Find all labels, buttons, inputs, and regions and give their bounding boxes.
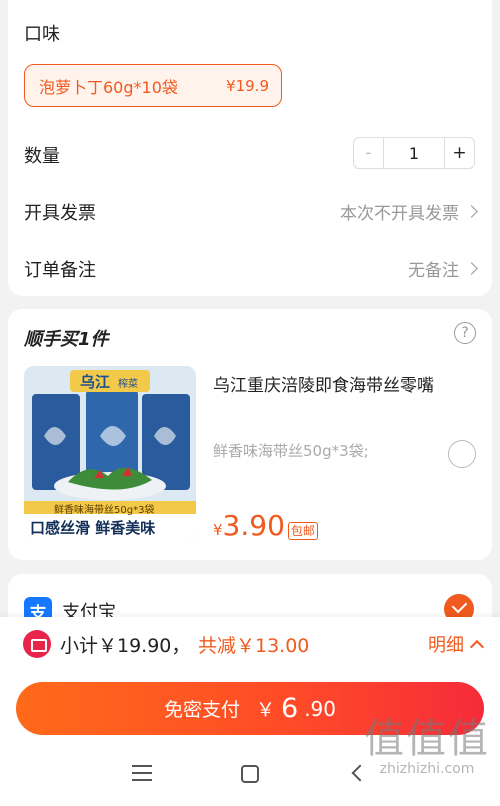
increment-button[interactable]: + (444, 138, 474, 168)
image-brand-text: 乌江 (80, 373, 111, 391)
image-pack-label: 鲜香味海带丝50g*3袋 (54, 505, 155, 516)
image-sub-text: 榨菜 (118, 379, 138, 390)
subtotal-text: 小计￥19.90， (60, 635, 191, 657)
product-image[interactable]: 乌江 榨菜 鲜香味海带丝50g*3袋 口感丝滑 鲜香美味 (24, 366, 196, 542)
detail-toggle[interactable]: 明细 (428, 631, 485, 657)
invoice-row[interactable]: 本次不开具发票 (340, 199, 478, 224)
remark-label: 订单备注 (24, 260, 96, 281)
product-price: ¥ 3.90 包邮 (213, 509, 318, 542)
product-title[interactable]: 乌江重庆涪陵即食海带丝零嘴 (213, 371, 443, 402)
watermark: 值值值 zhizhizhi.com (364, 717, 490, 777)
watermark-big: 值值值 (364, 716, 490, 762)
remark-value: 无备注 (408, 261, 459, 281)
flavor-option-chip[interactable]: 泡萝卜丁60g*10袋 ¥19.9 (24, 64, 282, 107)
flavor-option-name: 泡萝卜丁60g*10袋 (39, 77, 178, 97)
product-spec: 鲜香味海带丝50g*3袋; (213, 442, 369, 460)
home-icon[interactable] (241, 765, 259, 783)
free-shipping-badge: 包邮 (287, 522, 318, 540)
detail-label: 明细 (428, 635, 464, 656)
coupon-icon (23, 630, 51, 658)
flavor-option-price: ¥19.9 (226, 76, 269, 95)
price-currency: ¥ (213, 521, 223, 539)
invoice-label: 开具发票 (24, 203, 96, 224)
discount-text: 共减￥13.00 (198, 635, 310, 657)
order-options-card: 口味 泡萝卜丁60g*10袋 ¥19.9 数量 - 1 + 开具发票 本次不开具… (8, 0, 492, 296)
price-amount: 3.90 (222, 509, 285, 542)
pay-currency: ￥ (256, 699, 276, 721)
invoice-value: 本次不开具发票 (340, 204, 459, 224)
help-icon[interactable]: ? (454, 322, 476, 344)
remark-row[interactable]: 无备注 (408, 256, 478, 281)
image-slogan: 口感丝滑 鲜香美味 (30, 519, 156, 537)
chevron-right-icon (465, 205, 478, 218)
watermark-small: zhizhizhi.com (379, 761, 475, 777)
pay-amount-dec: .90 (304, 696, 337, 721)
quantity-label: 数量 (24, 146, 60, 167)
chevron-right-icon (465, 262, 478, 275)
quantity-value[interactable]: 1 (384, 144, 444, 163)
flavor-label: 口味 (24, 24, 60, 45)
pay-button-label: 免密支付 (163, 699, 240, 721)
chevron-up-icon (469, 639, 485, 655)
pay-amount-int: 6 (281, 693, 299, 724)
addon-card: 顺手买1件 ? 乌江 榨菜 鲜香味海带丝50g*3袋 口感丝滑 鲜香美味 乌江重… (8, 309, 492, 560)
menu-icon[interactable] (132, 765, 152, 781)
quantity-stepper: - 1 + (353, 137, 475, 169)
decrement-button[interactable]: - (354, 138, 384, 168)
product-select-radio[interactable] (448, 440, 476, 468)
checkout-bar: 小计￥19.90， 共减￥13.00 明细 免密支付 ￥ 6.90 值值值 zh… (0, 617, 500, 806)
addon-title: 顺手买1件 (24, 329, 109, 350)
